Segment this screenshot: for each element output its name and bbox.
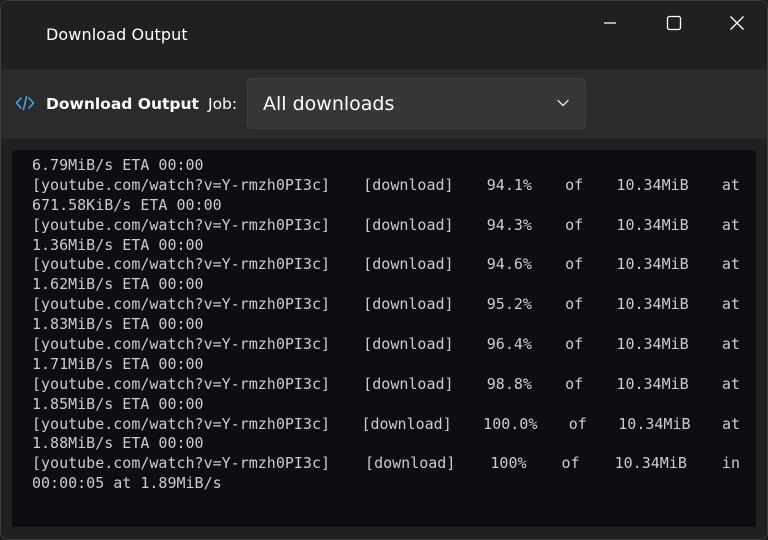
console-cell: of	[561, 454, 580, 473]
console-cell: 1.71MiB/s ETA 00:00	[32, 354, 204, 373]
console-line: [youtube.com/watch?v=Y-rmzh0PI3c] [downlo…	[32, 454, 740, 474]
console-cell: [download]	[365, 454, 456, 473]
chevron-down-icon	[557, 99, 569, 107]
console-line: 671.58KiB/s ETA 00:00	[32, 196, 740, 216]
console-line: 1.85MiB/s ETA 00:00	[32, 395, 740, 415]
console-line: [youtube.com/watch?v=Y-rmzh0PI3c] [downlo…	[32, 335, 740, 355]
console-line: 00:00:05 at 1.89MiB/s	[32, 474, 740, 494]
console-line: 1.62MiB/s ETA 00:00	[32, 275, 740, 295]
console-cell: of	[565, 335, 584, 354]
console-cell: of	[565, 255, 584, 274]
console-cell: [download]	[363, 215, 454, 234]
console-cell: [youtube.com/watch?v=Y-rmzh0PI3c]	[32, 414, 331, 433]
console-cell: 671.58KiB/s ETA 00:00	[32, 195, 222, 214]
console-line: [youtube.com/watch?v=Y-rmzh0PI3c] [downlo…	[32, 375, 740, 395]
console-cell: [youtube.com/watch?v=Y-rmzh0PI3c]	[32, 255, 331, 274]
maximize-icon	[666, 15, 682, 31]
code-icon	[15, 95, 35, 111]
console-cell: 10.34MiB	[616, 175, 689, 194]
toolbar-title: Download Output	[46, 95, 199, 113]
console-line: 1.71MiB/s ETA 00:00	[32, 355, 740, 375]
console-cell: at	[721, 255, 740, 274]
console-cell: 6.79MiB/s ETA 00:00	[32, 156, 204, 174]
console-line: [youtube.com/watch?v=Y-rmzh0PI3c] [downlo…	[32, 216, 740, 236]
console-cell: at	[721, 215, 740, 234]
console-cell: 94.6%	[486, 255, 532, 274]
console-lines: 6.79MiB/s ETA 00:00 [youtube.com/watch?v=…	[32, 156, 740, 494]
console-cell: [download]	[361, 414, 452, 433]
console-cell: at	[721, 335, 740, 354]
console-cell: 10.34MiB	[614, 454, 687, 473]
close-button[interactable]	[711, 7, 763, 39]
console-line: 6.79MiB/s ETA 00:00	[32, 156, 740, 176]
console-cell: [youtube.com/watch?v=Y-rmzh0PI3c]	[32, 295, 331, 314]
console-cell: 10.34MiB	[616, 295, 689, 314]
console-line: 1.36MiB/s ETA 00:00	[32, 236, 740, 256]
console-cell: in	[721, 454, 740, 473]
maximize-button[interactable]	[648, 7, 700, 39]
console-cell: of	[565, 295, 584, 314]
console-cell: 1.62MiB/s ETA 00:00	[32, 275, 204, 294]
console-cell: 100.0%	[483, 414, 538, 433]
console-cell: 98.8%	[486, 374, 532, 393]
console-cell: 1.36MiB/s ETA 00:00	[32, 235, 204, 254]
toolbar: Download Output Job: All downloads	[1, 69, 767, 139]
console-cell: [youtube.com/watch?v=Y-rmzh0PI3c]	[32, 175, 331, 194]
console-cell: [download]	[363, 374, 454, 393]
console-cell: [download]	[363, 175, 454, 194]
console-cell: 94.1%	[486, 175, 532, 194]
download-output-window: Download Output Download Output Job: All…	[0, 0, 768, 540]
console-cell: [download]	[363, 295, 454, 314]
console-cell: 94.3%	[486, 215, 532, 234]
job-dropdown[interactable]: All downloads	[247, 78, 586, 129]
console-cell: of	[565, 215, 584, 234]
console-line: 1.83MiB/s ETA 00:00	[32, 315, 740, 335]
console-cell: 1.85MiB/s ETA 00:00	[32, 394, 204, 413]
console-cell: 00:00:05 at 1.89MiB/s	[32, 474, 222, 493]
job-dropdown-value: All downloads	[263, 93, 395, 115]
console-cell: 10.34MiB	[616, 215, 689, 234]
window-title: Download Output	[46, 25, 188, 44]
console-cell: at	[721, 295, 740, 314]
console-cell: [youtube.com/watch?v=Y-rmzh0PI3c]	[32, 215, 331, 234]
close-icon	[730, 16, 744, 30]
console-cell: [youtube.com/watch?v=Y-rmzh0PI3c]	[32, 454, 331, 473]
console-cell: of	[565, 175, 584, 194]
console-cell: [youtube.com/watch?v=Y-rmzh0PI3c]	[32, 374, 331, 393]
job-label: Job:	[208, 95, 238, 113]
console-line: [youtube.com/watch?v=Y-rmzh0PI3c] [downlo…	[32, 295, 740, 315]
console-cell: 95.2%	[486, 295, 532, 314]
minimize-button[interactable]	[584, 7, 636, 39]
console-line: [youtube.com/watch?v=Y-rmzh0PI3c] [downlo…	[32, 255, 740, 275]
title-bar[interactable]: Download Output	[1, 1, 767, 69]
console-cell: of	[565, 374, 584, 393]
console-line: 1.88MiB/s ETA 00:00	[32, 434, 740, 454]
output-console[interactable]: 6.79MiB/s ETA 00:00 [youtube.com/watch?v=…	[12, 150, 756, 527]
console-line: [youtube.com/watch?v=Y-rmzh0PI3c] [downlo…	[32, 176, 740, 196]
console-cell: of	[568, 414, 587, 433]
console-cell: 96.4%	[486, 335, 532, 354]
console-cell: [youtube.com/watch?v=Y-rmzh0PI3c]	[32, 335, 331, 354]
console-cell: 100%	[490, 454, 527, 473]
console-cell: at	[721, 414, 740, 433]
console-cell: [download]	[363, 335, 454, 354]
console-cell: at	[721, 175, 740, 194]
console-cell: 10.34MiB	[616, 335, 689, 354]
minimize-icon	[604, 22, 616, 24]
console-cell: [download]	[363, 255, 454, 274]
console-cell: at	[721, 374, 740, 393]
console-cell: 1.83MiB/s ETA 00:00	[32, 315, 204, 334]
console-cell: 10.34MiB	[616, 255, 689, 274]
console-cell: 10.34MiB	[618, 414, 691, 433]
console-cell: 1.88MiB/s ETA 00:00	[32, 434, 204, 453]
console-cell: 10.34MiB	[616, 374, 689, 393]
console-line: [youtube.com/watch?v=Y-rmzh0PI3c] [downlo…	[32, 415, 740, 435]
